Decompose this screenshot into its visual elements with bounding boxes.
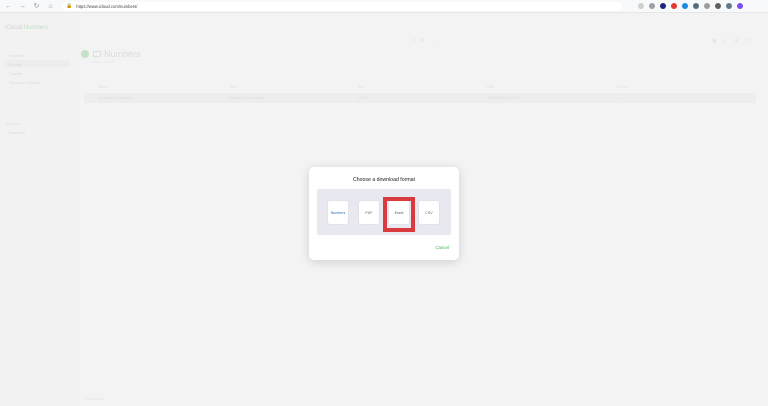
back-icon[interactable]: ← bbox=[3, 1, 14, 12]
address-bar[interactable]: 🔒 https://www.icloud.com/numbers/ bbox=[62, 1, 622, 11]
lock-icon: 🔒 bbox=[66, 3, 73, 9]
extension-icon[interactable] bbox=[693, 3, 699, 9]
menu-icon[interactable] bbox=[715, 3, 721, 9]
profile-icon[interactable] bbox=[737, 3, 743, 9]
selection-highlight bbox=[383, 197, 415, 232]
dialog-title: Choose a download format bbox=[353, 177, 415, 183]
puzzle-icon[interactable] bbox=[704, 3, 710, 9]
extensions-bar bbox=[638, 3, 743, 9]
avatar-icon[interactable] bbox=[726, 3, 732, 9]
extension-icon[interactable] bbox=[682, 3, 688, 9]
format-csv-button[interactable]: CSV bbox=[419, 201, 439, 224]
cancel-button[interactable]: Cancel bbox=[435, 245, 449, 250]
search-icon[interactable] bbox=[649, 3, 655, 9]
star-icon[interactable] bbox=[638, 3, 644, 9]
format-pdf-button[interactable]: PDF bbox=[359, 201, 379, 224]
forward-icon[interactable]: → bbox=[17, 1, 28, 12]
browser-toolbar: ← → ↻ ⌂ 🔒 https://www.icloud.com/numbers… bbox=[0, 0, 768, 13]
format-numbers-button[interactable]: Numbers bbox=[328, 201, 348, 224]
extension-icon[interactable] bbox=[660, 3, 666, 9]
url-text: https://www.icloud.com/numbers/ bbox=[76, 3, 138, 9]
home-icon[interactable]: ⌂ bbox=[45, 1, 56, 12]
reload-icon[interactable]: ↻ bbox=[31, 1, 42, 12]
extension-icon[interactable] bbox=[671, 3, 677, 9]
